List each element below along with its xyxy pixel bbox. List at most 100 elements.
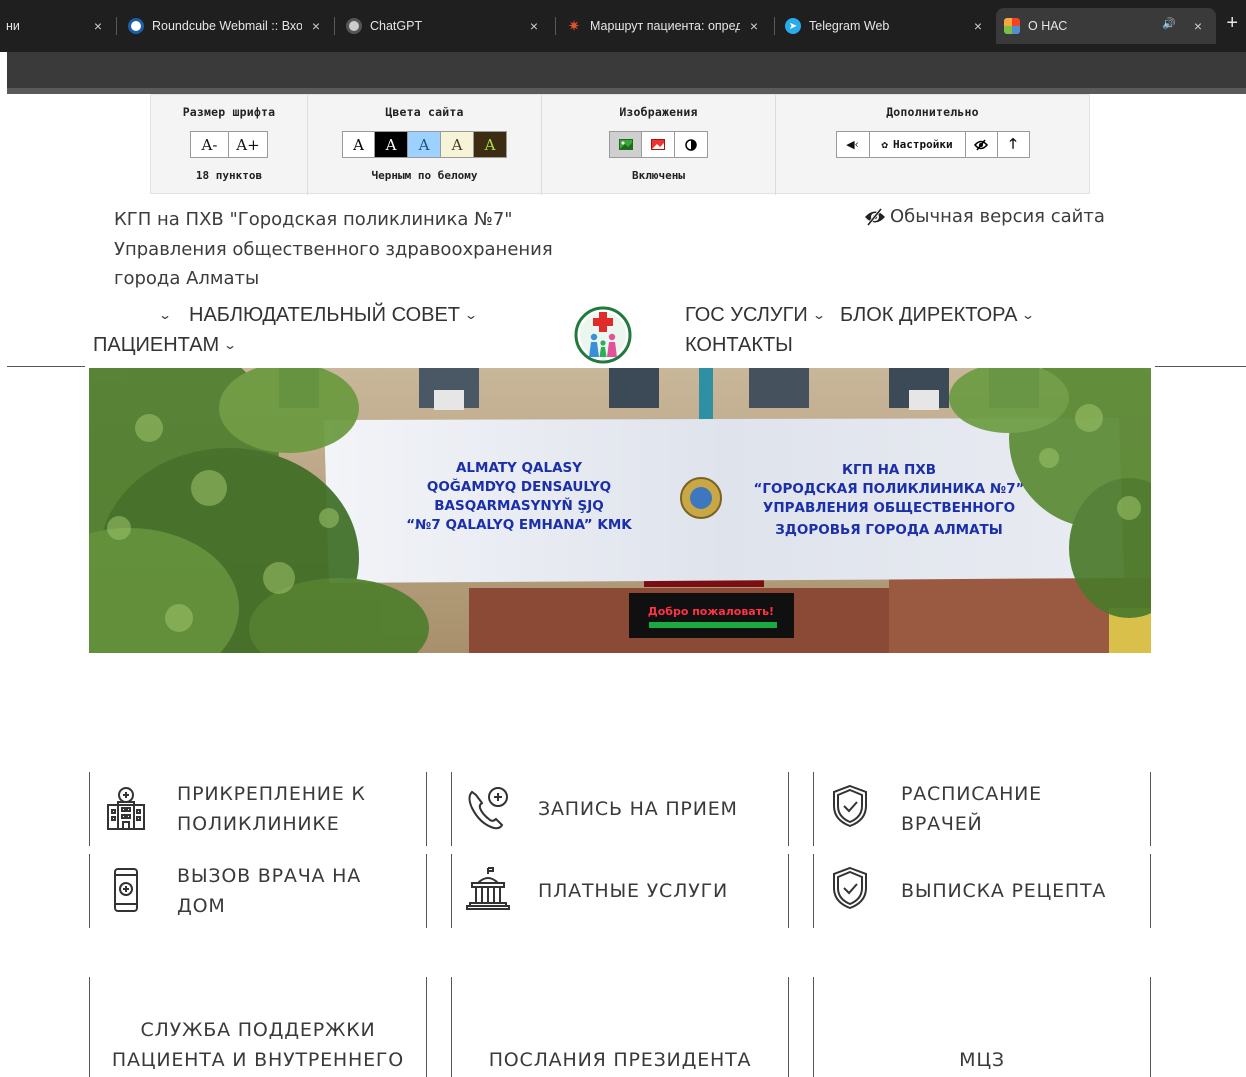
close-icon[interactable]: ×	[746, 18, 762, 34]
sign-text-ru: КГП НА ПХВ	[842, 462, 936, 478]
shield-check-icon	[833, 784, 867, 828]
font-size-group: Размер шрифта A- A+ 18 пунктов	[151, 95, 308, 195]
speaker-icon: ◀‹	[846, 138, 859, 151]
led-greeting: Добро пожаловать!	[648, 605, 774, 618]
close-icon[interactable]: ×	[970, 18, 986, 34]
government-building-icon	[466, 867, 510, 910]
service-schedule[interactable]: РАСПИСАНИЕ ВРАЧЕЙ	[813, 772, 1151, 846]
new-tab-button[interactable]: +	[1226, 12, 1238, 35]
service-attachment[interactable]: ПРИКРЕПЛЕНИЕ К ПОЛИКЛИНИКЕ	[89, 772, 427, 846]
service-paid[interactable]: ПЛАТНЫЕ УСЛУГИ	[451, 854, 789, 928]
font-increase-button[interactable]: A+	[229, 131, 268, 158]
browser-tab[interactable]: Roundcube Webmail :: Вход ×	[128, 11, 328, 41]
divider	[1155, 366, 1246, 367]
sound-toggle-button[interactable]: ◀‹	[835, 131, 870, 158]
images-on-button[interactable]	[609, 131, 642, 158]
nav-item-patients[interactable]: ПАЦИЕНТАМ ⌄	[93, 334, 238, 357]
service-label-line: ВЫЗОВ ВРАЧА НА	[177, 865, 362, 887]
images-off-button[interactable]	[642, 131, 675, 158]
images-status: Включены	[632, 169, 685, 182]
mcz-box[interactable]: МЦЗ	[813, 977, 1151, 1077]
images-group: Изображения Включены	[542, 95, 776, 195]
browser-tab[interactable]: ✷ Маршрут пациента: определение ×	[566, 11, 766, 41]
nav-item-placeholder[interactable]: ⌄	[157, 304, 173, 327]
close-icon[interactable]: ×	[1190, 18, 1206, 34]
service-label: ПЛАТНЫЕ УСЛУГИ	[538, 880, 728, 902]
audio-icon[interactable]: 🔊	[1162, 17, 1176, 30]
browser-tab[interactable]: ➤ Telegram Web ×	[785, 11, 990, 41]
close-icon[interactable]: ×	[90, 18, 106, 34]
joomla-icon	[1004, 18, 1020, 34]
tab-title: Маршрут пациента: определение	[590, 19, 740, 33]
box-label: СЛУЖБА ПОДДЕРЖКИ ПАЦИЕНТА И ВНУТРЕННЕГО	[90, 1015, 426, 1075]
patient-support-box[interactable]: СЛУЖБА ПОДДЕРЖКИ ПАЦИЕНТА И ВНУТРЕННЕГО	[89, 977, 427, 1077]
normal-version-label: Обычная версия сайта	[890, 206, 1105, 227]
service-label: РАСПИСАНИЕ ВРАЧЕЙ	[901, 779, 1042, 839]
color-beige-button[interactable]: A	[441, 131, 474, 158]
tab-separator	[555, 17, 556, 35]
browser-tab[interactable]: ChatGPT ×	[346, 11, 546, 41]
extra-group: Дополнительно ◀‹ ✿ Настройки 🡑	[776, 95, 1089, 195]
tab-separator	[116, 17, 117, 35]
chevron-down-icon: ⌄	[157, 308, 173, 322]
color-black-on-white-button[interactable]: A	[342, 131, 375, 158]
chevron-down-icon: ⌄	[1021, 308, 1036, 322]
sign-text-ru: ЗДОРОВЬЯ ГОРОДА АЛМАТЫ	[775, 522, 1003, 538]
scroll-top-button[interactable]: 🡑	[997, 131, 1030, 158]
box-label: ПОСЛАНИЯ ПРЕЗИДЕНТА	[488, 1049, 752, 1071]
nav-item-contacts[interactable]: КОНТАКТЫ	[685, 334, 793, 357]
box-label: МЦЗ	[959, 1049, 1005, 1071]
color-white-on-black-button[interactable]: A	[375, 131, 408, 158]
normal-version-button[interactable]	[965, 131, 998, 158]
service-label-line: ВРАЧЕЙ	[901, 813, 983, 835]
arrow-up-icon: 🡑	[1009, 135, 1017, 152]
contrast-icon	[685, 138, 697, 151]
tab-separator	[334, 17, 335, 35]
box-label-line: СЛУЖБА ПОДДЕРЖКИ	[140, 1019, 376, 1041]
nav-item-gov-services[interactable]: ГОС УСЛУГИ ⌄	[685, 304, 826, 327]
images-buttons	[542, 131, 775, 158]
chevron-down-icon: ⌄	[811, 308, 826, 322]
color-scheme-buttons: A A A A A	[308, 131, 541, 158]
service-appointment[interactable]: ЗАПИСЬ НА ПРИЕМ	[451, 772, 789, 846]
president-messages-box[interactable]: ПОСЛАНИЯ ПРЕЗИДЕНТА	[451, 977, 789, 1077]
nav-item-council[interactable]: НАБЛЮДАТЕЛЬНЫЙ СОВЕТ ⌄	[189, 304, 478, 327]
nav-label: ПАЦИЕНТАМ	[93, 334, 220, 356]
font-size-title: Размер шрифта	[182, 105, 276, 119]
tab-title: Roundcube Webmail :: Вход	[152, 19, 302, 33]
nav-label: ГОС УСЛУГИ	[685, 304, 808, 326]
sign-text-kz: ALMATY QALASY	[456, 460, 582, 476]
extra-title: Дополнительно	[886, 105, 979, 119]
browser-toolbar	[7, 52, 1246, 88]
normal-version-link[interactable]: Обычная версия сайта	[864, 206, 1105, 227]
chevron-down-icon: ⌄	[223, 338, 238, 352]
color-blue-button[interactable]: A	[408, 131, 441, 158]
eye-off-icon	[974, 139, 988, 150]
images-title: Изображения	[619, 105, 698, 119]
service-label-line: ПОЛИКЛИНИКЕ	[177, 813, 340, 835]
nav-item-director[interactable]: БЛОК ДИРЕКТОРА ⌄	[840, 304, 1036, 327]
settings-label: Настройки	[893, 138, 953, 151]
org-name-line: Управления общественного здравоохранения	[114, 238, 553, 260]
images-grayscale-button[interactable]	[675, 131, 708, 158]
eye-off-icon	[865, 207, 885, 226]
extra-buttons: ◀‹ ✿ Настройки 🡑	[776, 131, 1089, 158]
close-icon[interactable]: ×	[308, 18, 324, 34]
settings-button[interactable]: ✿ Настройки	[869, 131, 966, 158]
font-size-status: 18 пунктов	[195, 169, 263, 182]
clinic-logo[interactable]	[574, 306, 632, 364]
service-prescription[interactable]: ВЫПИСКА РЕЦЕПТА	[813, 854, 1151, 928]
site-icon: ✷	[567, 18, 581, 35]
telegram-icon: ➤	[785, 18, 801, 34]
service-label: ВЫЗОВ ВРАЧА НА ДОМ	[177, 861, 361, 921]
browser-tab[interactable]: ни ×	[0, 11, 110, 41]
browser-tab-active[interactable]: О НАС 🔊 ×	[996, 8, 1216, 44]
image-off-icon	[651, 139, 665, 150]
color-brown-button[interactable]: A	[474, 131, 507, 158]
service-home-visit[interactable]: ВЫЗОВ ВРАЧА НА ДОМ	[89, 854, 427, 928]
sign-text-ru: “ГОРОДСКАЯ ПОЛИКЛИНИКА №7”	[754, 481, 1025, 497]
font-size-buttons: A- A+	[151, 131, 307, 158]
font-decrease-button[interactable]: A-	[190, 131, 229, 158]
org-name-line: города Алматы	[114, 268, 260, 289]
close-icon[interactable]: ×	[526, 18, 542, 34]
